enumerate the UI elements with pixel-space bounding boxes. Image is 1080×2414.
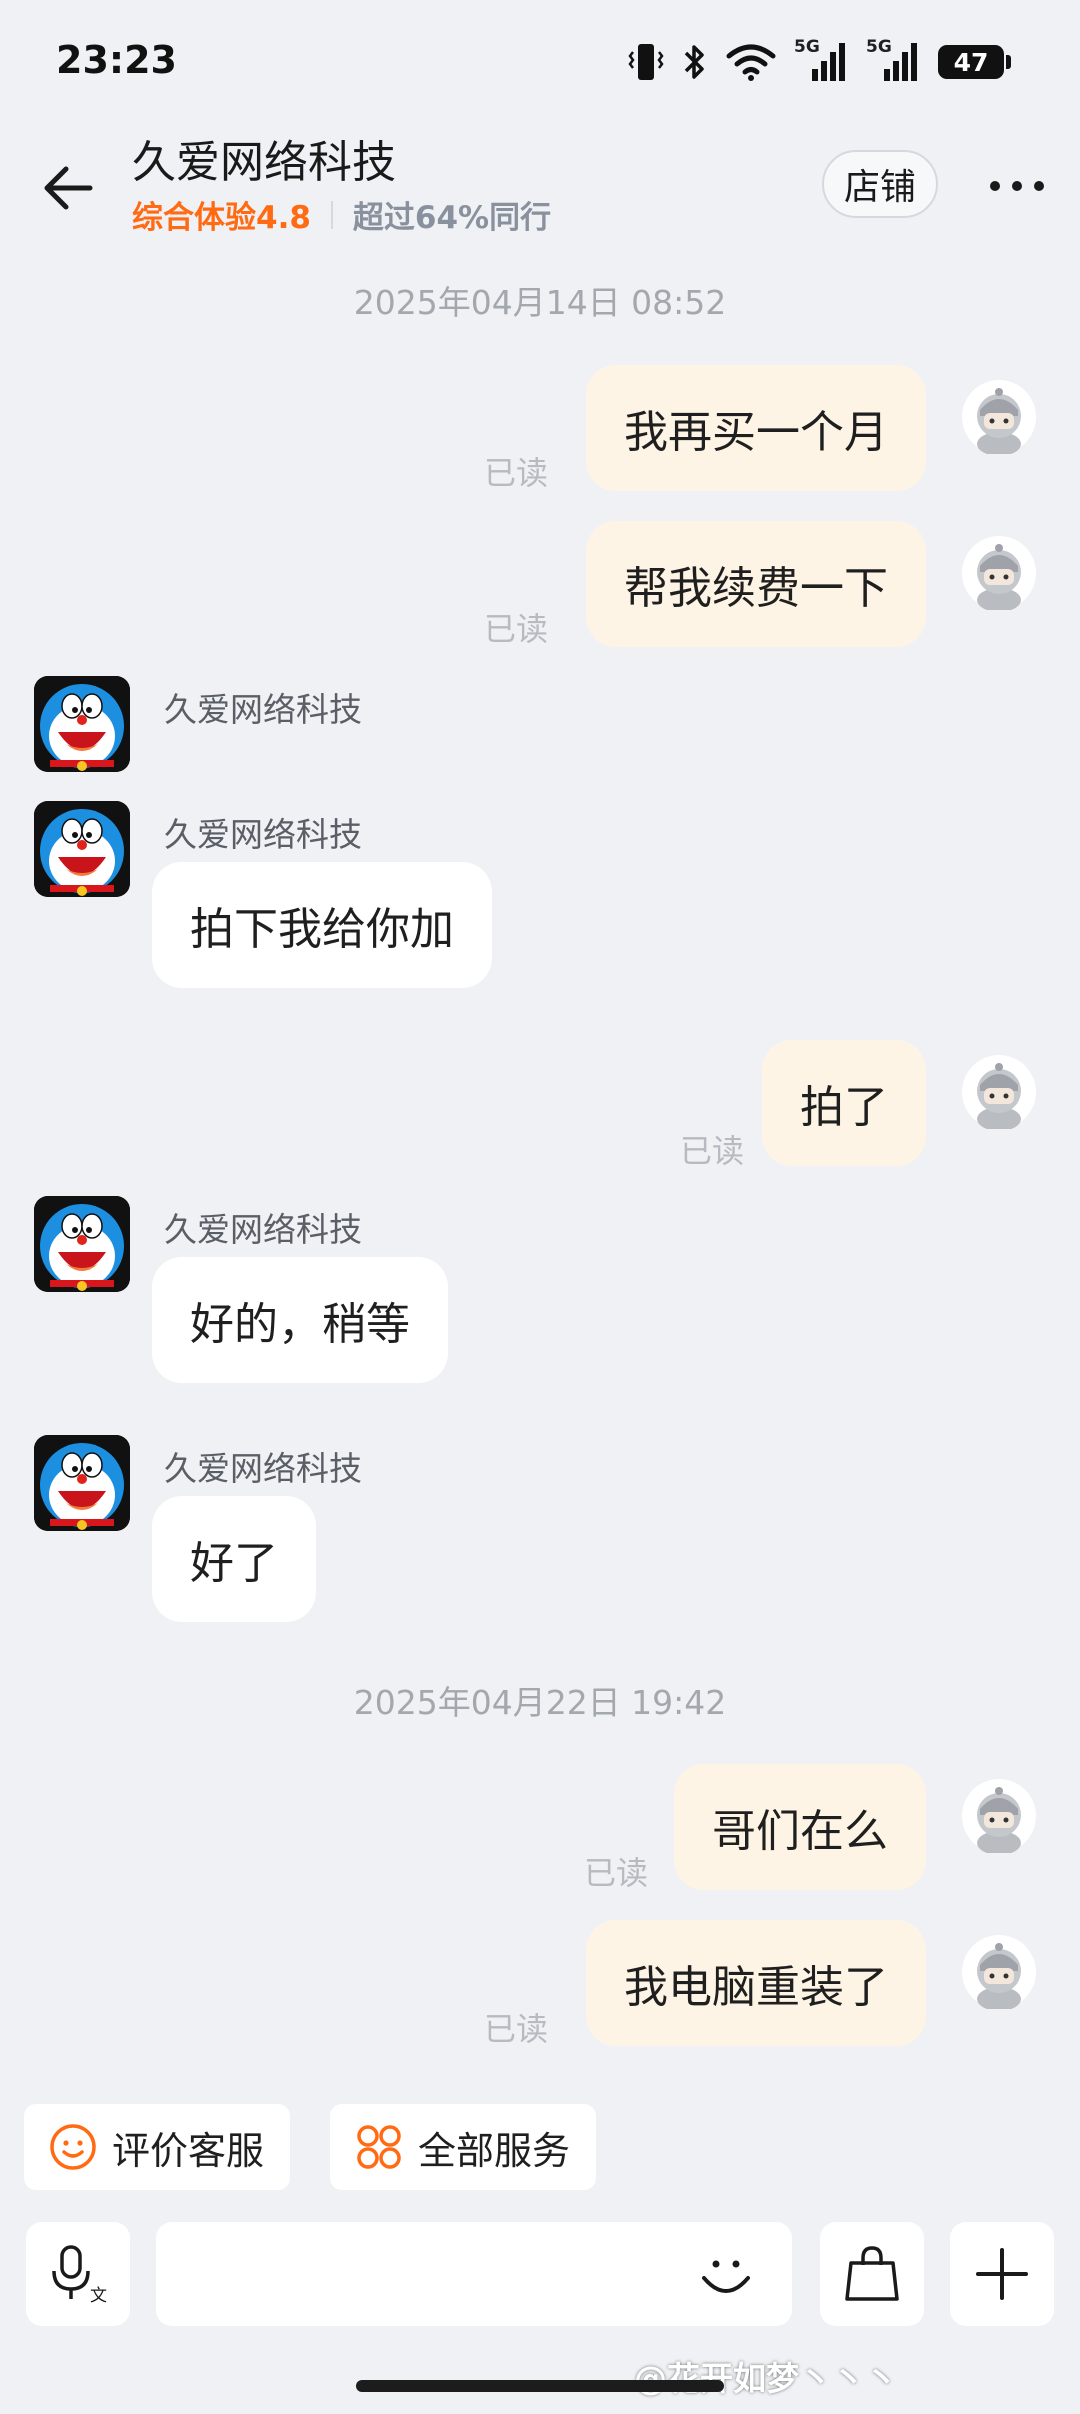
timestamp: 2025年04月14日 08:52 xyxy=(353,283,727,322)
status-icons: 5G 5G 47 xyxy=(628,37,1011,86)
rate-service-button[interactable]: 评价客服 xyxy=(24,2104,291,2190)
sender-name: 久爱网络科技 xyxy=(164,690,362,729)
shop-avatar[interactable] xyxy=(34,676,130,772)
shop-avatar[interactable] xyxy=(34,801,130,897)
message-bubble-outgoing[interactable]: 帮我续费一下 xyxy=(586,521,926,647)
sender-name: 久爱网络科技 xyxy=(164,815,362,854)
message-bubble-outgoing[interactable]: 我电脑重装了 xyxy=(586,1920,926,2046)
back-button[interactable] xyxy=(36,156,100,220)
status-time: 23:23 xyxy=(56,38,177,82)
status-bar: 23:23 5G 5G 47 xyxy=(0,0,1080,126)
sender-name: 久爱网络科技 xyxy=(164,1449,362,1488)
divider xyxy=(330,200,333,229)
more-dots-icon xyxy=(990,181,1044,191)
svg-text:文: 文 xyxy=(90,2286,107,2305)
voice-input-icon: 文 xyxy=(52,2245,107,2305)
timestamp: 2025年04月22日 19:42 xyxy=(353,1683,727,1722)
battery-icon: 47 xyxy=(938,45,1011,79)
input-bar: 文 xyxy=(0,2214,1080,2334)
chat-header: 久爱网络科技 综合体验4.8 超过64%同行 店铺 xyxy=(0,118,1080,248)
message-bubble-incoming[interactable]: 好的，稍等 xyxy=(152,1257,448,1383)
peer-comparison: 超过64%同行 xyxy=(352,200,552,236)
emoji-button[interactable] xyxy=(694,2244,758,2308)
home-indicator[interactable] xyxy=(356,2380,724,2392)
user-avatar[interactable] xyxy=(962,380,1036,454)
read-status: 已读 xyxy=(583,1854,648,1892)
rate-service-label: 评价客服 xyxy=(112,2128,265,2173)
smiley-icon xyxy=(50,2124,96,2170)
bluetooth-icon xyxy=(682,42,708,82)
signal-5g-label: 5G xyxy=(794,37,820,57)
arrow-left-icon xyxy=(44,166,93,210)
signal-5g-label: 5G xyxy=(866,37,892,57)
vibrate-icon xyxy=(628,42,664,82)
shopping-bag-button[interactable] xyxy=(820,2222,924,2326)
watermark: @花开如梦丶丶丶 xyxy=(634,2359,898,2398)
user-avatar[interactable] xyxy=(962,1935,1036,2009)
user-avatar[interactable] xyxy=(962,1779,1036,1853)
signal-5g-icon: 5G xyxy=(794,37,848,83)
voice-input-button[interactable]: 文 xyxy=(26,2222,130,2326)
message-bubble-incoming[interactable]: 好了 xyxy=(152,1496,316,1622)
message-bubble-incoming[interactable]: 拍下我给你加 xyxy=(152,862,492,988)
emoji-icon xyxy=(702,2260,750,2293)
shopping-bag-icon xyxy=(845,2246,899,2301)
wifi-icon xyxy=(726,42,776,82)
plus-button[interactable] xyxy=(950,2222,1054,2326)
read-status: 已读 xyxy=(679,1132,744,1170)
shop-title[interactable]: 久爱网络科技 xyxy=(132,126,396,190)
experience-rating: 综合体验4.8 xyxy=(132,200,311,236)
all-services-label: 全部服务 xyxy=(418,2128,571,2173)
message-bubble-outgoing[interactable]: 拍了 xyxy=(762,1040,926,1166)
all-services-button[interactable]: 全部服务 xyxy=(330,2104,597,2190)
store-button[interactable]: 店铺 xyxy=(822,150,938,218)
plus-icon xyxy=(976,2248,1028,2300)
sender-name: 久爱网络科技 xyxy=(164,1210,362,1249)
rating-row: 综合体验4.8 超过64%同行 xyxy=(132,192,551,237)
read-status: 已读 xyxy=(483,2010,548,2048)
message-bubble-outgoing[interactable]: 我再买一个月 xyxy=(586,365,926,491)
shop-avatar[interactable] xyxy=(34,1435,130,1531)
read-status: 已读 xyxy=(483,454,548,492)
shop-avatar[interactable] xyxy=(34,1196,130,1292)
signal-5g-icon: 5G xyxy=(866,37,920,83)
user-avatar[interactable] xyxy=(962,1055,1036,1129)
user-avatar[interactable] xyxy=(962,536,1036,610)
read-status: 已读 xyxy=(483,610,548,648)
grid-services-icon xyxy=(357,2125,401,2169)
more-button[interactable] xyxy=(982,156,1052,216)
message-bubble-outgoing[interactable]: 哥们在么 xyxy=(674,1764,926,1890)
